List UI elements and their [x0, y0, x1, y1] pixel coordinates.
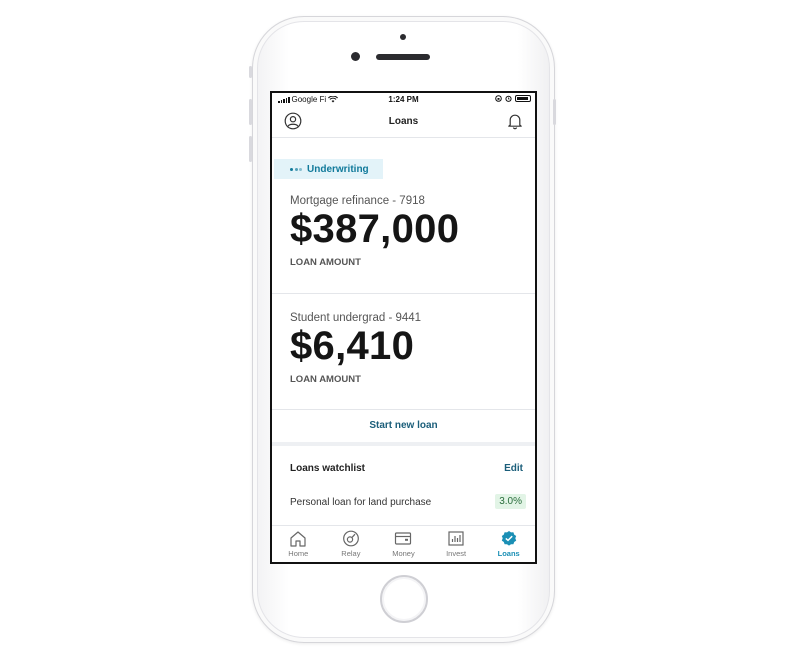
divider	[272, 409, 535, 410]
watchlist-title: Loans watchlist	[290, 463, 366, 474]
tab-label: Home	[288, 549, 309, 558]
tab-label: Loans	[497, 549, 520, 558]
chart-icon	[448, 531, 464, 546]
loan-amount-label: LOAN AMOUNT	[290, 257, 361, 268]
loan-amount: $6,410	[290, 324, 415, 368]
loan-amount-label: LOAN AMOUNT	[290, 374, 361, 385]
mute-switch	[249, 66, 252, 78]
watchlist-item-label[interactable]: Personal loan for land purchase	[290, 497, 431, 508]
status-badge-label: Underwriting	[307, 163, 369, 175]
loan-card[interactable]: Student undergrad - 9441 $6,410 LOAN AMO…	[290, 312, 421, 385]
tab-loans[interactable]: Loans	[482, 526, 535, 562]
tab-bar: Home Relay Money Invest Loans	[272, 525, 535, 562]
app-screen: Google Fi 1:24 PM Loans Underwriting Mor…	[270, 91, 537, 564]
loan-name: Mortgage refinance - 7918	[290, 195, 425, 207]
status-bar: Google Fi 1:24 PM	[272, 93, 535, 106]
camera-dot	[400, 34, 406, 40]
loan-name: Student undergrad - 9441	[290, 312, 422, 324]
tab-label: Money	[392, 549, 415, 558]
loan-amount: $387,000	[290, 207, 460, 251]
rate-badge: 3.0%	[495, 494, 526, 509]
volume-up-button	[249, 99, 252, 125]
front-camera	[351, 52, 360, 61]
relay-icon	[342, 530, 359, 547]
alarm-icon	[505, 95, 512, 102]
tab-home[interactable]: Home	[272, 526, 325, 562]
loans-badge-icon	[501, 531, 516, 546]
page-title: Loans	[388, 116, 419, 127]
status-right	[495, 95, 531, 102]
start-new-loan-button[interactable]: Start new loan	[272, 420, 535, 431]
tab-money[interactable]: Money	[377, 526, 430, 562]
earpiece-speaker	[376, 54, 430, 60]
tab-invest[interactable]: Invest	[430, 526, 483, 562]
home-icon	[290, 531, 306, 547]
tab-label: Invest	[446, 549, 467, 558]
tab-label: Relay	[341, 549, 361, 558]
power-button	[553, 99, 556, 125]
divider	[272, 293, 535, 294]
wallet-icon	[395, 532, 412, 545]
volume-down-button	[249, 136, 252, 162]
watchlist-edit-button[interactable]: Edit	[504, 463, 523, 474]
header: Loans	[272, 106, 535, 138]
tab-relay[interactable]: Relay	[325, 526, 378, 562]
section-separator	[272, 442, 535, 446]
battery-icon	[515, 95, 531, 102]
status-badge: Underwriting	[274, 159, 383, 179]
home-button[interactable]	[380, 575, 428, 623]
loan-card[interactable]: Mortgage refinance - 7918 $387,000 LOAN …	[290, 195, 459, 268]
progress-dots-icon	[290, 167, 302, 171]
rotation-lock-icon	[495, 95, 502, 102]
bell-icon[interactable]	[507, 112, 523, 135]
